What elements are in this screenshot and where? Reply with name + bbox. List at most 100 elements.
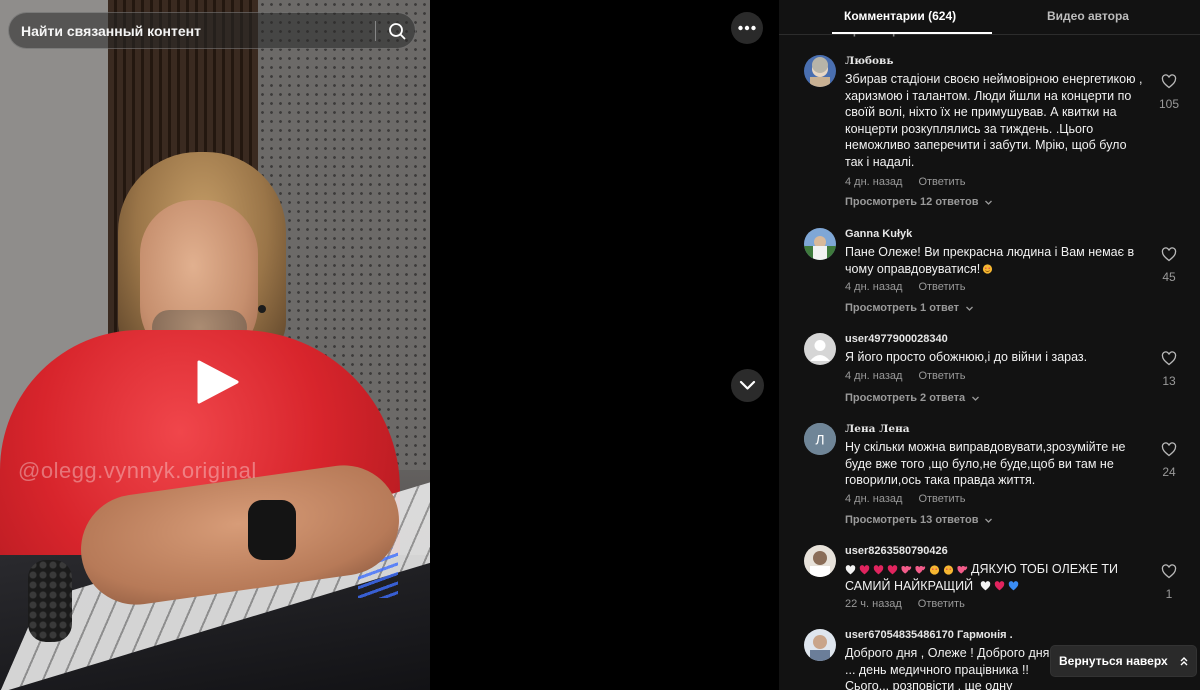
heart-icon [1161, 351, 1177, 366]
avatar-image [804, 228, 836, 260]
double-chevron-up-icon [1180, 657, 1188, 666]
like-button[interactable]: 45 [1154, 247, 1184, 284]
heart-icon [1161, 74, 1177, 89]
avatar[interactable] [804, 629, 836, 661]
red-heart-icon [859, 564, 870, 575]
two-hearts-icon [915, 565, 926, 574]
avatar-image [804, 545, 836, 577]
chevron-down-icon [966, 306, 973, 311]
video-player[interactable]: @olegg.vynnyk.original [0, 0, 430, 690]
avatar[interactable] [804, 333, 836, 365]
heart-eyes-emoji-icon [943, 565, 954, 575]
reply-button[interactable]: Ответить [918, 370, 965, 382]
search-input[interactable] [21, 13, 371, 48]
view-replies-label: Просмотреть 1 ответ [845, 302, 960, 314]
chevron-down-icon [985, 518, 993, 523]
avatar-image [804, 55, 836, 87]
comment-text: Збирав стадіони своєю неймовірною енерге… [845, 72, 1143, 169]
reply-button[interactable]: Ответить [918, 598, 965, 610]
red-heart-icon [873, 564, 884, 575]
emoji-hearts-trailing [977, 579, 1022, 593]
view-replies-label: Просмотреть 13 ответов [845, 514, 979, 526]
avatar[interactable]: Л [804, 423, 836, 455]
avatar-letter-bg: Л [804, 423, 836, 455]
more-options-button[interactable] [731, 12, 763, 44]
play-button[interactable] [193, 358, 241, 406]
comment-username[interactable]: Ganna Kułyk [845, 228, 912, 240]
comment-meta: 4 дн. назад Ответить [845, 493, 965, 505]
view-replies-link[interactable]: Просмотреть 12 ответов [845, 196, 993, 208]
comment-text: Доброго дня , Олеже ! Доброго дня ... де… [845, 646, 1050, 690]
tiktok-video-page: @olegg.vynnyk.original Найти связанный к… [0, 0, 1200, 690]
chevron-down-icon [739, 380, 756, 390]
comment-text: Пане Олеже! Ви прекрасна людина і Вам не… [845, 244, 1145, 277]
red-heart-icon [994, 581, 1004, 591]
like-button[interactable]: 105 [1154, 74, 1184, 111]
like-button[interactable]: 13 [1154, 351, 1184, 388]
comment-meta: 22 ч. назад Ответить [845, 598, 965, 610]
tab-author-videos[interactable]: Видео автора [1047, 9, 1129, 23]
video-person-bracelet [28, 560, 72, 642]
comment-username[interactable]: Лена Лена [845, 423, 910, 435]
back-to-top-button[interactable]: Вернуться наверх [1051, 646, 1196, 676]
next-video-button[interactable] [731, 369, 764, 402]
like-count: 24 [1162, 465, 1176, 479]
panel-tabs: Комментарии (624) Видео автора [779, 0, 1200, 34]
search-icon [389, 23, 406, 40]
reply-button[interactable]: Ответить [918, 281, 965, 293]
play-icon [197, 360, 239, 404]
view-replies-label: Просмотреть 2 ответа [845, 392, 966, 404]
avatar[interactable] [804, 545, 836, 577]
video-watermark: @olegg.vynnyk.original [18, 458, 257, 483]
tabs-divider [779, 34, 1200, 35]
two-hearts-icon [957, 565, 968, 574]
heart-eyes-emoji-icon [983, 264, 993, 274]
comment-meta: 4 дн. назад Ответить [845, 176, 965, 188]
comment-text: Ну скільки можна виправдовувати,зрозумій… [845, 440, 1126, 487]
comment-username[interactable]: user8263580790426 [845, 545, 948, 557]
comment-meta: 4 дн. назад Ответить [845, 370, 965, 382]
heart-icon [1161, 247, 1177, 262]
emoji-hearts [845, 562, 971, 576]
white-heart-icon [845, 564, 856, 575]
like-count: 13 [1162, 374, 1176, 388]
view-replies-link[interactable]: Просмотреть 13 ответов [845, 514, 993, 526]
comment-item: Л Лена Лена Ну скільки можна виправдовув… [804, 423, 1184, 533]
comment-item: Любовь Збирав стадіони своєю неймовірною… [804, 55, 1184, 215]
heart-eyes-emoji-icon [929, 565, 940, 575]
red-heart-icon [887, 564, 898, 575]
heart-icon [1161, 442, 1177, 457]
comment-username[interactable]: Любовь [845, 55, 893, 67]
related-content-search[interactable] [8, 12, 416, 49]
chevron-down-icon [985, 200, 993, 205]
comment-username[interactable]: user67054835486170 Гармонія . [845, 629, 1013, 641]
search-button[interactable] [383, 17, 411, 45]
comment-time: 4 дн. назад [845, 281, 903, 293]
avatar-letter: Л [815, 432, 824, 448]
view-replies-link[interactable]: Просмотреть 2 ответа [845, 392, 980, 404]
like-count: 45 [1162, 270, 1176, 284]
blue-heart-icon [1008, 581, 1018, 591]
back-to-top-label: Вернуться наверх [1059, 654, 1168, 668]
tab-comments[interactable]: Комментарии (624) [844, 9, 956, 23]
two-hearts-icon [901, 565, 912, 574]
comment-time: 4 дн. назад [845, 370, 903, 382]
like-button[interactable]: 24 [1154, 442, 1184, 479]
view-replies-link[interactable]: Просмотреть 1 ответ [845, 302, 974, 314]
reply-button[interactable]: Ответить [918, 176, 965, 188]
reply-button[interactable]: Ответить [918, 493, 965, 505]
like-count: 105 [1158, 97, 1180, 111]
avatar[interactable] [804, 228, 836, 260]
comment-username[interactable]: user4977900028340 [845, 333, 948, 345]
white-heart-icon [980, 581, 990, 591]
video-person-earring [258, 305, 266, 313]
comment-time: 4 дн. назад [845, 176, 903, 188]
comment-item: Ganna Kułyk Пане Олеже! Ви прекрасна люд… [804, 228, 1184, 318]
heart-icon [1161, 564, 1177, 579]
comment-item: user8263580790426 ДЯКУЮ ТОБІ ОЛЕЖЕ ТИ СА… [804, 545, 1184, 620]
avatar[interactable] [804, 55, 836, 87]
like-button[interactable]: 1 [1154, 564, 1184, 601]
like-count: 1 [1165, 587, 1173, 601]
comment-meta: 4 дн. назад Ответить [845, 281, 965, 293]
active-tab-indicator [832, 32, 992, 34]
